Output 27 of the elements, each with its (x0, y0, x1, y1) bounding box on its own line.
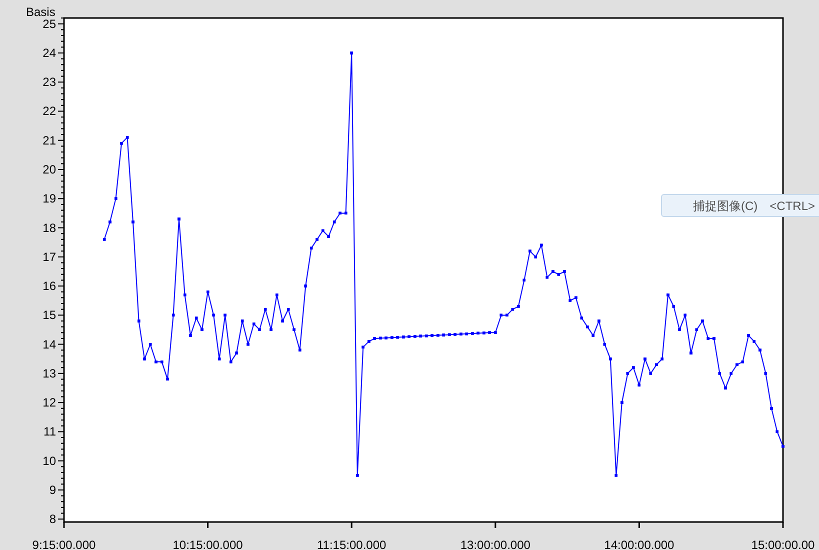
y-tick-label: 12 (42, 396, 56, 410)
y-tick-label: 15 (42, 308, 56, 322)
y-tick-label: 20 (42, 162, 56, 176)
x-tick-label: 13:00:00.000 (460, 538, 530, 550)
y-tick-label: 23 (42, 75, 56, 90)
y-tick-label: 25 (42, 16, 56, 31)
shortcut-label: <CTRL> (770, 198, 816, 214)
x-tick-label: 9:15:00.000 (32, 538, 96, 550)
y-tick-label: 16 (42, 279, 56, 294)
y-tick-label: 13 (42, 366, 56, 380)
y-tick-label: 14 (42, 337, 56, 352)
y-tick-label: 8 (49, 512, 56, 526)
x-tick-label: 10:15:00.000 (172, 538, 243, 550)
y-axis-title: Basis (26, 5, 56, 19)
x-tick-label: 11:15:00.000 (317, 538, 386, 550)
y-tick-label: 19 (42, 192, 56, 206)
y-tick-label: 11 (44, 424, 56, 439)
y-tick-label: 22 (42, 104, 56, 118)
y-tick-label: 24 (42, 46, 56, 60)
menu-item-label[interactable]: 捕捉图像(C) (693, 196, 758, 214)
y-tick-label: 17 (42, 250, 56, 264)
x-tick-label: 15:00:00.00 (751, 538, 815, 550)
y-tick-label: 9 (49, 482, 56, 497)
x-tick-label: 14:00:00.000 (604, 538, 674, 550)
y-tick-label: 18 (42, 220, 56, 235)
y-tick-label: 10 (42, 454, 56, 468)
y-tick-label: 21 (42, 133, 56, 148)
